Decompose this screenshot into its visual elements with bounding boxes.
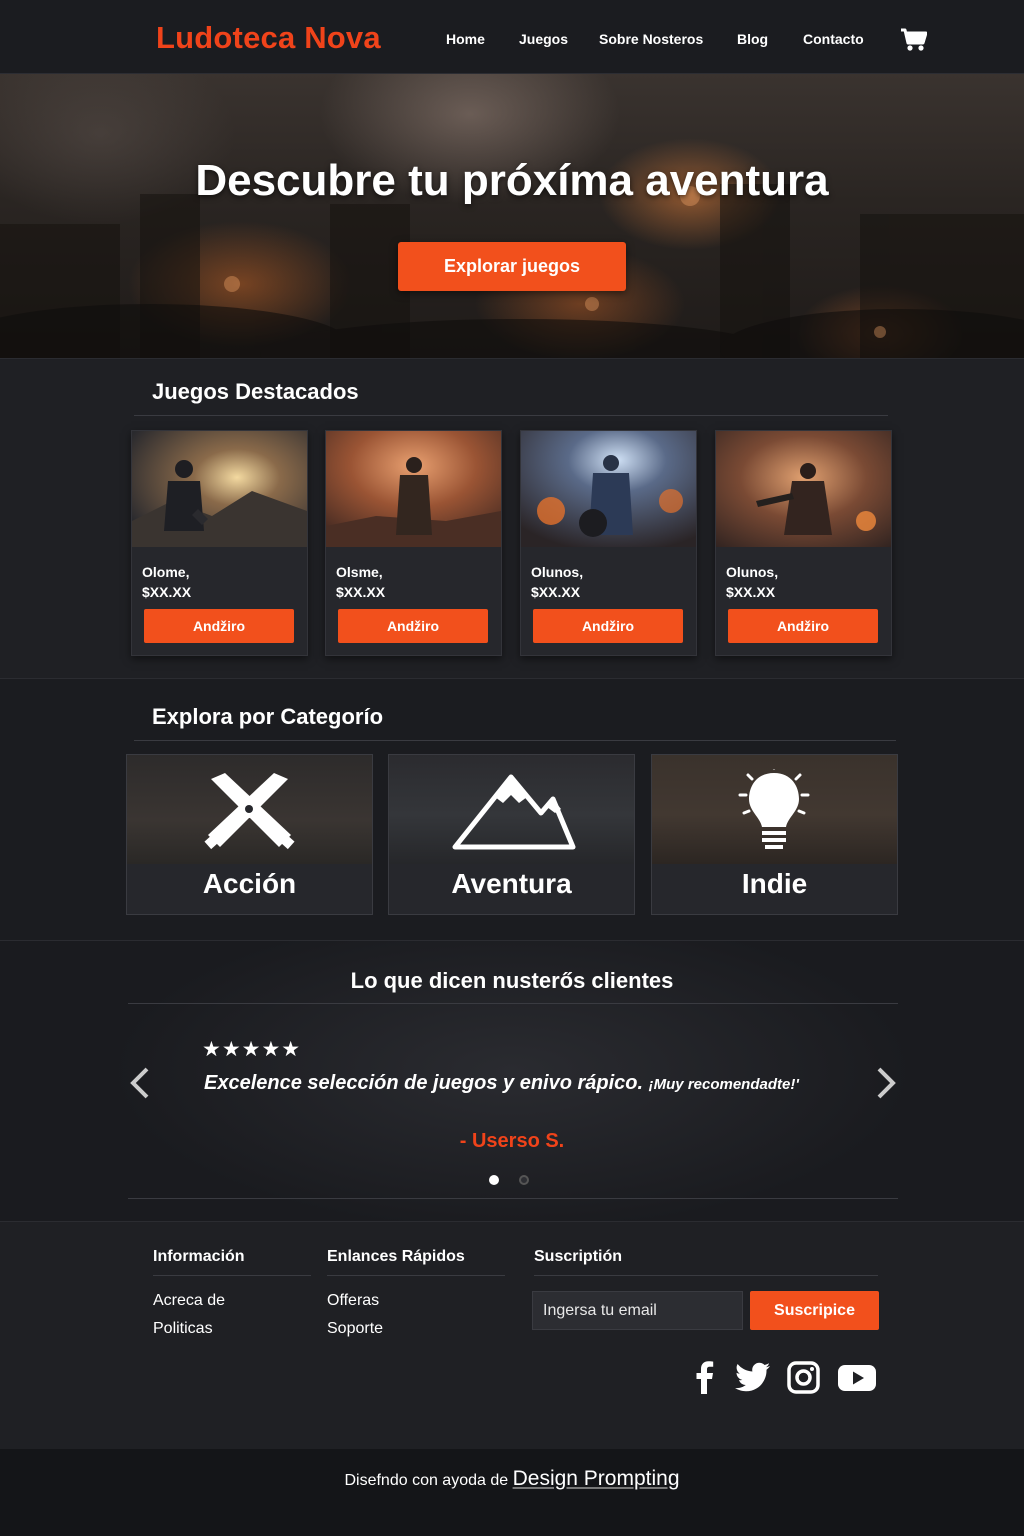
testimonial-quote: Excelence selección de juegos y enivo rá…	[204, 1072, 799, 1095]
section-divider	[128, 1003, 898, 1004]
categories-title: Explora por Categorío	[152, 704, 384, 729]
game-price: $XX.XX	[142, 584, 192, 600]
game-cover-image[interactable]	[326, 431, 501, 547]
footer-divider	[327, 1275, 505, 1276]
nav-juegos[interactable]: Juegos	[519, 31, 568, 47]
lightbulb-icon	[738, 769, 810, 849]
email-field[interactable]	[532, 1291, 743, 1330]
game-cover-image[interactable]	[716, 431, 891, 547]
footer-credit: Disefndo con ayoda de Design Prompting	[0, 1467, 1024, 1491]
categories-section: Explora por Categorío Acción Aventura In…	[0, 678, 1024, 940]
facebook-icon[interactable]	[685, 1361, 725, 1395]
site-footer: Información Acreca de Politicas Enlances…	[0, 1221, 1024, 1449]
nav-home[interactable]: Home	[446, 31, 485, 47]
footer-link-support[interactable]: Soporte	[327, 1320, 383, 1338]
game-price: $XX.XX	[726, 584, 776, 600]
testimonials-title: Lo que dicen nusterős clientes	[350, 968, 674, 993]
game-name: Olome,	[142, 564, 190, 580]
credit-prefix: Disefndo con ayoda de	[344, 1472, 509, 1489]
section-divider	[128, 1198, 898, 1199]
add-to-cart-button[interactable]: Andžiro	[533, 609, 683, 643]
category-card-indie[interactable]: Indie	[651, 754, 898, 915]
featured-title: Juegos Destacados	[152, 379, 359, 404]
explore-games-button[interactable]: Explorar juegos	[398, 242, 626, 291]
section-divider	[134, 740, 896, 741]
game-name: Olsme,	[336, 564, 383, 580]
category-card-accion[interactable]: Acción	[126, 754, 373, 915]
twitter-icon[interactable]	[733, 1361, 773, 1395]
footer-link-offers[interactable]: Offeras	[327, 1292, 379, 1310]
footer-link-about[interactable]: Acreca de	[153, 1292, 225, 1310]
testimonials-section: Lo que dicen nusterős clientes ★★★★★ Exc…	[0, 940, 1024, 1221]
add-to-cart-button[interactable]: Andžiro	[338, 609, 488, 643]
quote-tail: ¡Muy recomendadte!'	[648, 1076, 799, 1093]
game-name: Olunos,	[726, 564, 779, 580]
game-price: $XX.XX	[336, 584, 386, 600]
footer-quick-links-title: Enlances Rápidos	[327, 1248, 465, 1265]
game-card[interactable]: Olsme, $XX.XX Andžiro	[325, 430, 502, 656]
shopping-cart-icon[interactable]	[900, 27, 927, 53]
game-card[interactable]: Olunos, $XX.XX Andžiro	[715, 430, 892, 656]
game-price: $XX.XX	[531, 584, 581, 600]
hero-title: Descubre tu próxíma aventura	[195, 156, 829, 205]
footer-divider	[153, 1275, 311, 1276]
quote-text: Excelence selección de juegos y enivo rá…	[204, 1072, 644, 1094]
footer-subscription-title: Suscriptión	[534, 1248, 623, 1265]
game-cover-image[interactable]	[132, 431, 307, 547]
game-card[interactable]: Olome, $XX.XX Andžiro	[131, 430, 308, 656]
youtube-icon[interactable]	[837, 1361, 877, 1395]
category-label: Acción	[202, 868, 297, 899]
testimonial-author: - Userso S.	[459, 1130, 565, 1152]
game-card[interactable]: Olunos, $XX.XX Andžiro	[520, 430, 697, 656]
carousel-next-arrow-icon[interactable]	[874, 1065, 898, 1101]
footer-divider	[534, 1275, 878, 1276]
subscribe-button[interactable]: Suscripice	[750, 1291, 879, 1330]
credit-brand-link[interactable]: Design Prompting	[513, 1467, 680, 1490]
crossed-weapons-icon	[204, 773, 295, 850]
featured-games-section: Juegos Destacados Olome, $XX.XX Andžiro	[0, 358, 1024, 678]
hero-background-scene	[0, 184, 1024, 358]
game-cover-image[interactable]	[521, 431, 696, 547]
carousel-prev-arrow-icon[interactable]	[128, 1065, 152, 1101]
category-card-aventura[interactable]: Aventura	[388, 754, 635, 915]
footer-link-policies[interactable]: Politicas	[153, 1320, 213, 1338]
mountain-icon	[452, 774, 576, 850]
nav-blog[interactable]: Blog	[737, 31, 768, 47]
carousel-dot[interactable]	[519, 1175, 529, 1185]
site-logo[interactable]: Ludoteca Nova	[156, 20, 381, 56]
footer-info-title: Información	[153, 1248, 245, 1265]
section-divider	[134, 415, 888, 416]
add-to-cart-button[interactable]: Andžiro	[144, 609, 294, 643]
add-to-cart-button[interactable]: Andžiro	[728, 609, 878, 643]
nav-contacto[interactable]: Contacto	[803, 31, 864, 47]
instagram-icon[interactable]	[783, 1361, 823, 1395]
category-label: Indie	[741, 868, 808, 899]
hero-banner: Descubre tu próxíma aventura Explorar ju…	[0, 74, 1024, 358]
category-label: Aventura	[451, 868, 572, 899]
carousel-dot-active[interactable]	[489, 1175, 499, 1185]
bottom-bar: Disefndo con ayoda de Design Prompting	[0, 1449, 1024, 1536]
nav-sobre-nosotros[interactable]: Sobre Nosteros	[599, 31, 703, 47]
rating-stars: ★★★★★	[202, 1038, 302, 1061]
game-name: Olunos,	[531, 564, 584, 580]
site-header: Ludoteca Nova Home Juegos Sobre Nosteros…	[0, 0, 1024, 74]
